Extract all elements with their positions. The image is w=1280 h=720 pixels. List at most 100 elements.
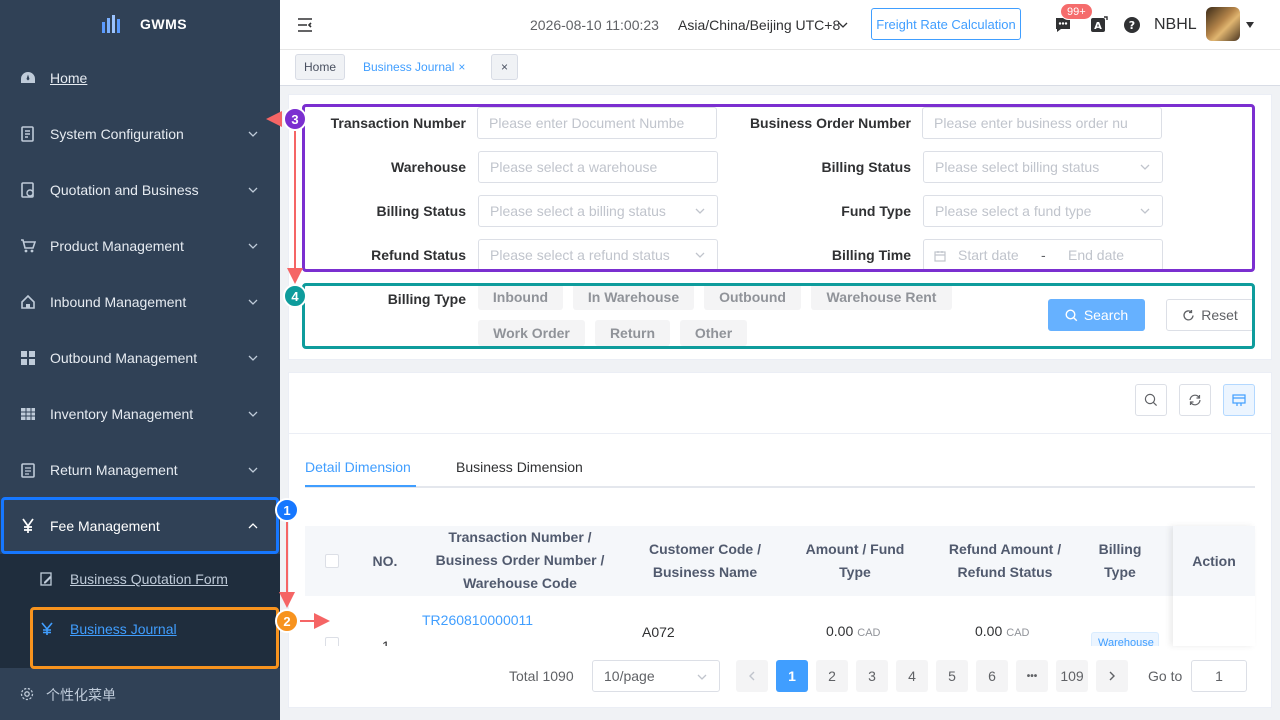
chevron-down-icon — [695, 208, 705, 214]
refund-status-select[interactable]: Please select a refund status — [478, 239, 718, 271]
page-button-1[interactable]: 1 — [776, 660, 808, 692]
billing-status-select[interactable]: Please select billing status — [923, 151, 1163, 183]
page-button-last[interactable]: 109 — [1056, 660, 1088, 692]
chevron-right-icon — [1109, 671, 1115, 681]
sidebar-item-system-configuration[interactable]: System Configuration — [0, 106, 280, 162]
sidebar-item-quotation-business[interactable]: Quotation and Business — [0, 162, 280, 218]
goto-page-input[interactable]: 1 — [1191, 660, 1247, 692]
table-icon — [21, 408, 35, 420]
gear-icon — [20, 687, 34, 701]
transaction-number-link[interactable]: TR260810000011 — [422, 612, 533, 628]
tag-home[interactable]: Home — [295, 54, 346, 80]
page-button-4[interactable]: 4 — [896, 660, 928, 692]
edit-document-icon — [40, 572, 52, 586]
billing-time-range[interactable]: Start date - End date — [923, 239, 1163, 271]
document-icon — [21, 126, 34, 142]
refresh-button[interactable] — [1179, 384, 1211, 416]
column-amount-line: Amount / Fund — [805, 541, 905, 557]
tag-business-journal[interactable]: Business Journal × — [354, 54, 475, 80]
chevron-down-icon — [248, 187, 258, 193]
chevron-down-icon[interactable] — [838, 20, 848, 30]
start-date-input[interactable]: Start date — [958, 240, 1019, 270]
chevron-down-icon — [248, 243, 258, 249]
column-customer-line: Business Name — [652, 564, 758, 580]
billing-status-label: Billing Status — [376, 203, 466, 219]
reset-button[interactable]: Reset — [1166, 299, 1254, 331]
close-icon[interactable]: × — [458, 60, 465, 74]
sidebar-item-inbound-management[interactable]: Inbound Management — [0, 274, 280, 330]
range-separator: - — [1041, 247, 1046, 263]
page-size-select[interactable]: 10/page — [592, 660, 720, 692]
billing-type-return[interactable]: Return — [595, 320, 670, 346]
page-button-3[interactable]: 3 — [856, 660, 888, 692]
column-customer: Customer Code / Business Name — [630, 538, 780, 584]
tab-detail-dimension[interactable]: Detail Dimension — [305, 459, 411, 475]
end-date-input[interactable]: End date — [1068, 240, 1124, 270]
logo-icon — [102, 15, 120, 33]
grid-icon — [21, 351, 35, 365]
amount-number: 0.00 — [826, 623, 854, 639]
refresh-icon — [1183, 309, 1194, 320]
tab-business-dimension[interactable]: Business Dimension — [456, 459, 583, 475]
custom-menu-button[interactable]: 个性化菜单 — [0, 668, 280, 720]
transaction-number-label: Transaction Number — [330, 115, 466, 131]
dashboard-icon — [21, 72, 35, 83]
caret-down-icon[interactable] — [1246, 22, 1254, 28]
column-action: Action — [1173, 526, 1255, 596]
help-icon[interactable]: ? — [1123, 16, 1141, 34]
toggle-search-button[interactable] — [1135, 384, 1167, 416]
business-order-number-input[interactable]: Please enter business order nu — [922, 107, 1162, 139]
row-checkbox[interactable] — [325, 637, 339, 646]
username[interactable]: NBHL — [1154, 16, 1197, 34]
sidebar-item-label: System Configuration — [50, 126, 184, 142]
select-all-checkbox[interactable] — [325, 554, 339, 568]
more-pages-button[interactable]: ••• — [1016, 660, 1048, 692]
column-refund: Refund Amount / Refund Status — [935, 538, 1075, 584]
column-no: NO. — [372, 553, 398, 569]
billing-status-label: Billing Status — [821, 159, 911, 175]
language-icon[interactable]: A — [1089, 15, 1109, 35]
clipboard-icon — [21, 463, 35, 478]
page-button-5[interactable]: 5 — [936, 660, 968, 692]
warehouse-select[interactable]: Please select a warehouse — [478, 151, 718, 183]
sidebar-item-home[interactable]: Home — [0, 50, 280, 106]
columns-button[interactable] — [1223, 384, 1255, 416]
warehouse-label: Warehouse — [391, 159, 466, 175]
billing-type-outbound[interactable]: Outbound — [704, 284, 801, 310]
next-page-button[interactable] — [1096, 660, 1128, 692]
sidebar-item-inventory-management[interactable]: Inventory Management — [0, 386, 280, 442]
menu-fold-icon[interactable] — [297, 18, 313, 32]
fund-type-select[interactable]: Please select a fund type — [923, 195, 1163, 227]
billing-type-warehouse-rent[interactable]: Warehouse Rent — [811, 284, 952, 310]
sidebar-item-product-management[interactable]: Product Management — [0, 218, 280, 274]
avatar[interactable] — [1206, 7, 1240, 41]
sidebar-item-label: Product Management — [50, 238, 184, 254]
tab-active-indicator — [305, 485, 416, 487]
billing-type-in-warehouse[interactable]: In Warehouse — [573, 284, 694, 310]
chevron-down-icon — [1140, 164, 1150, 170]
pagination-total: Total 1090 — [509, 668, 574, 684]
page-button-6[interactable]: 6 — [976, 660, 1008, 692]
sidebar-subitem-business-journal[interactable]: Business Journal — [0, 604, 280, 654]
annotation-number-3: 3 — [283, 107, 307, 131]
billing-status-select[interactable]: Please select a billing status — [478, 195, 718, 227]
fund-type-label: Fund Type — [841, 203, 911, 219]
sidebar-item-outbound-management[interactable]: Outbound Management — [0, 330, 280, 386]
refund-number: 0.00 — [975, 623, 1003, 639]
freight-rate-button[interactable]: Freight Rate Calculation — [871, 8, 1021, 40]
billing-type-other[interactable]: Other — [680, 320, 747, 346]
transaction-number-input[interactable]: Please enter Document Numbe — [477, 107, 717, 139]
search-button[interactable]: Search — [1048, 299, 1145, 331]
sidebar-item-fee-management[interactable]: Fee Management — [0, 498, 280, 554]
billing-status-placeholder: Please select a billing status — [490, 203, 666, 219]
page-button-2[interactable]: 2 — [816, 660, 848, 692]
billing-type-inbound[interactable]: Inbound — [478, 284, 563, 310]
sidebar-subitem-business-quotation-form[interactable]: Business Quotation Form — [0, 554, 280, 604]
billing-type-work-order[interactable]: Work Order — [478, 320, 585, 346]
page-size-value: 10/page — [604, 668, 655, 684]
prev-page-button[interactable] — [736, 660, 768, 692]
sidebar-item-label: Inventory Management — [50, 406, 194, 422]
timezone-selector[interactable]: Asia/China/Beijing UTC+8 — [678, 17, 840, 33]
sidebar-item-return-management[interactable]: Return Management — [0, 442, 280, 498]
close-all-tags-button[interactable]: × — [491, 54, 519, 80]
